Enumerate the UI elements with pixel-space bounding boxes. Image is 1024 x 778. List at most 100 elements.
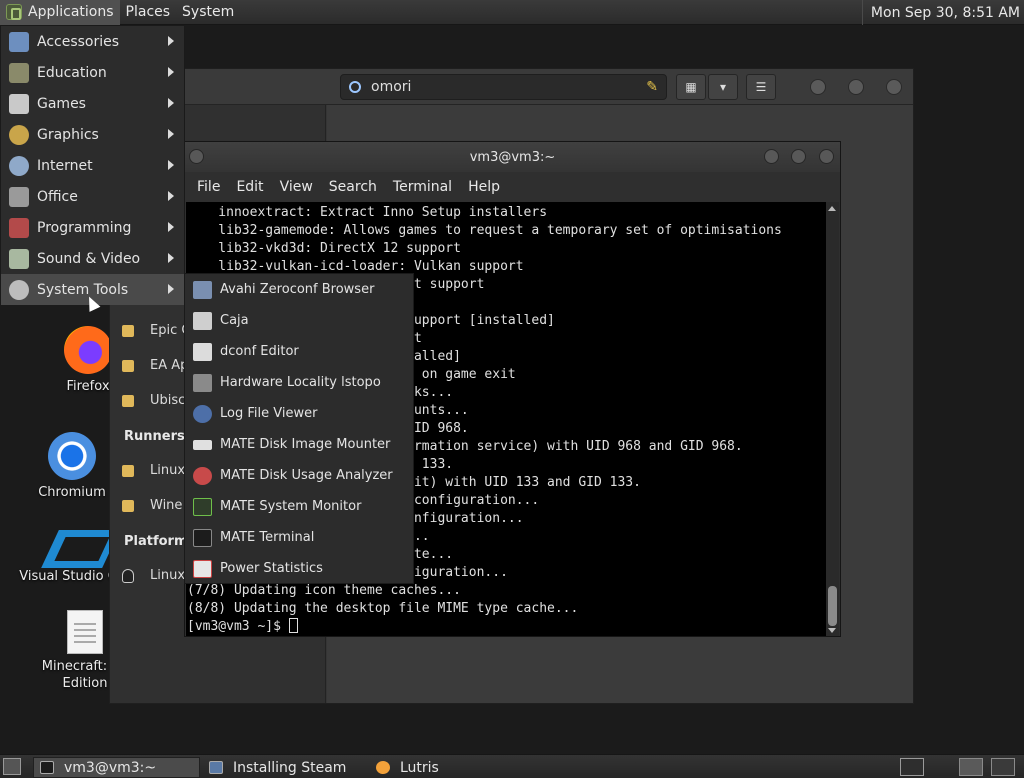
clear-search-icon[interactable]: ✎ [646,79,658,95]
lutris-headerbar: omori ✎ ▦ ▾ ☰ [110,69,913,105]
games-icon [9,93,29,114]
grid-view-button[interactable]: ▦ [676,74,706,100]
monitor-icon[interactable] [900,758,924,776]
scrollbar-thumb[interactable] [828,586,837,626]
menu-item-education[interactable]: Education [1,57,184,88]
menu-item-sound-video[interactable]: Sound & Video [1,243,184,274]
chevron-right-icon [168,36,174,46]
submenu-item-label: Caja [220,313,249,328]
clock[interactable]: Mon Sep 30, 8:51 AM [861,0,1020,25]
menu-item-office[interactable]: Office [1,181,184,212]
menu-help[interactable]: Help [460,179,508,195]
bottom-panel: vm3@vm3:~ Installing Steam Lutris [0,754,1024,778]
taskbar-item-terminal[interactable]: vm3@vm3:~ [33,757,200,778]
close-button[interactable] [886,79,902,95]
hamburger-menu-button[interactable]: ☰ [746,74,776,100]
submenu-item-label: Avahi Zeroconf Browser [220,282,375,297]
terminal-icon [193,528,212,547]
maximize-button[interactable] [848,79,864,95]
submenu-item-system-monitor[interactable]: MATE System Monitor [185,491,413,522]
submenu-item-caja[interactable]: Caja [185,305,413,336]
sidebar-item-epic[interactable]: Epic G [122,323,191,338]
sidebar-item-runner-wine[interactable]: Wine [122,498,182,513]
scroll-up-icon[interactable] [828,206,836,211]
minimize-button[interactable] [810,79,826,95]
terminal-titlebar[interactable]: vm3@vm3:~ [185,142,840,172]
chevron-right-icon [168,160,174,170]
terminal-prompt: [vm3@vm3 ~]$ [187,619,289,634]
internet-icon [9,155,29,176]
lutris-search-field[interactable]: omori ✎ [340,74,667,100]
minimize-button[interactable] [764,149,779,164]
runners-heading: Runners [124,429,185,444]
workspace-2[interactable] [991,758,1015,776]
dconf-icon [193,342,212,361]
menu-item-programming[interactable]: Programming [1,212,184,243]
submenu-item-dconf[interactable]: dconf Editor [185,336,413,367]
menu-item-games[interactable]: Games [1,88,184,119]
submenu-item-label: Power Statistics [220,561,323,576]
chevron-right-icon [168,284,174,294]
window-menu-button[interactable] [189,149,204,164]
maximize-button[interactable] [791,149,806,164]
submenu-item-avahi[interactable]: Avahi Zeroconf Browser [185,274,413,305]
submenu-item-label: dconf Editor [220,344,299,359]
view-dropdown-button[interactable]: ▾ [708,74,738,100]
terminal-line: lib32-vkd3d: DirectX 12 support [187,241,461,256]
sidebar-item-platform-linux[interactable]: Linux [122,568,185,583]
folder-icon [122,394,134,407]
menu-file[interactable]: File [189,179,228,195]
terminal-title: vm3@vm3:~ [469,149,556,165]
lstopo-icon [193,373,212,392]
places-menu[interactable]: Places [120,0,177,25]
menu-item-internet[interactable]: Internet [1,150,184,181]
menu-edit[interactable]: Edit [228,179,271,195]
submenu-item-terminal[interactable]: MATE Terminal [185,522,413,553]
sidebar-item-label: Ubisc [150,393,186,408]
menu-view[interactable]: View [272,179,321,195]
terminal-menubar: File Edit View Search Terminal Help [185,172,840,202]
menu-search[interactable]: Search [321,179,385,195]
menu-item-label: Office [37,188,78,205]
submenu-item-disk-mounter[interactable]: MATE Disk Image Mounter [185,429,413,460]
menu-item-graphics[interactable]: Graphics [1,119,184,150]
workspace-1[interactable] [959,758,983,776]
show-desktop-icon[interactable] [3,758,21,775]
close-button[interactable] [819,149,834,164]
terminal-line: innoextract: Extract Inno Setup installe… [187,205,548,220]
sidebar-item-label: EA Ap [150,358,189,373]
education-icon [9,62,29,83]
menu-item-label: Education [37,64,107,81]
applications-menu-label: Applications [28,4,114,20]
submenu-item-disk-usage[interactable]: MATE Disk Usage Analyzer [185,460,413,491]
sidebar-item-label: Linux [150,568,186,583]
chevron-right-icon [168,98,174,108]
terminal-scrollbar[interactable] [826,202,839,636]
terminal-line: (8/8) Updating the desktop file MIME typ… [187,601,579,616]
submenu-item-power-stats[interactable]: Power Statistics [185,553,413,584]
applications-menu[interactable]: Applications [0,0,120,25]
terminal-line: (7/8) Updating icon theme caches... [187,583,461,598]
sidebar-item-ubisoft[interactable]: Ubisc [122,393,185,408]
sidebar-item-ea[interactable]: EA Ap [122,358,188,373]
scroll-down-icon[interactable] [828,628,836,633]
document-icon [67,610,103,654]
system-menu[interactable]: System [176,0,240,25]
menu-terminal[interactable]: Terminal [385,179,460,195]
taskbar-item-installing-steam[interactable]: Installing Steam [203,757,366,778]
submenu-item-log-viewer[interactable]: Log File Viewer [185,398,413,429]
tux-icon [122,568,134,583]
taskbar-item-label: Installing Steam [233,759,347,776]
menu-item-label: Sound & Video [37,250,141,267]
power-stats-icon [193,559,212,578]
programming-icon [9,217,29,238]
terminal-line: lib32-gamemode: Allows games to request … [187,223,782,238]
terminal-prompt-line: [vm3@vm3 ~]$ [187,618,827,636]
taskbar-item-lutris[interactable]: Lutris [370,757,530,778]
submenu-item-label: Log File Viewer [220,406,318,421]
menu-item-label: Programming [37,219,132,236]
submenu-item-lstopo[interactable]: Hardware Locality lstopo [185,367,413,398]
menu-item-accessories[interactable]: Accessories [1,26,184,57]
sidebar-item-runner-linux[interactable]: Linux [122,463,185,478]
disk-mounter-icon [193,439,212,450]
